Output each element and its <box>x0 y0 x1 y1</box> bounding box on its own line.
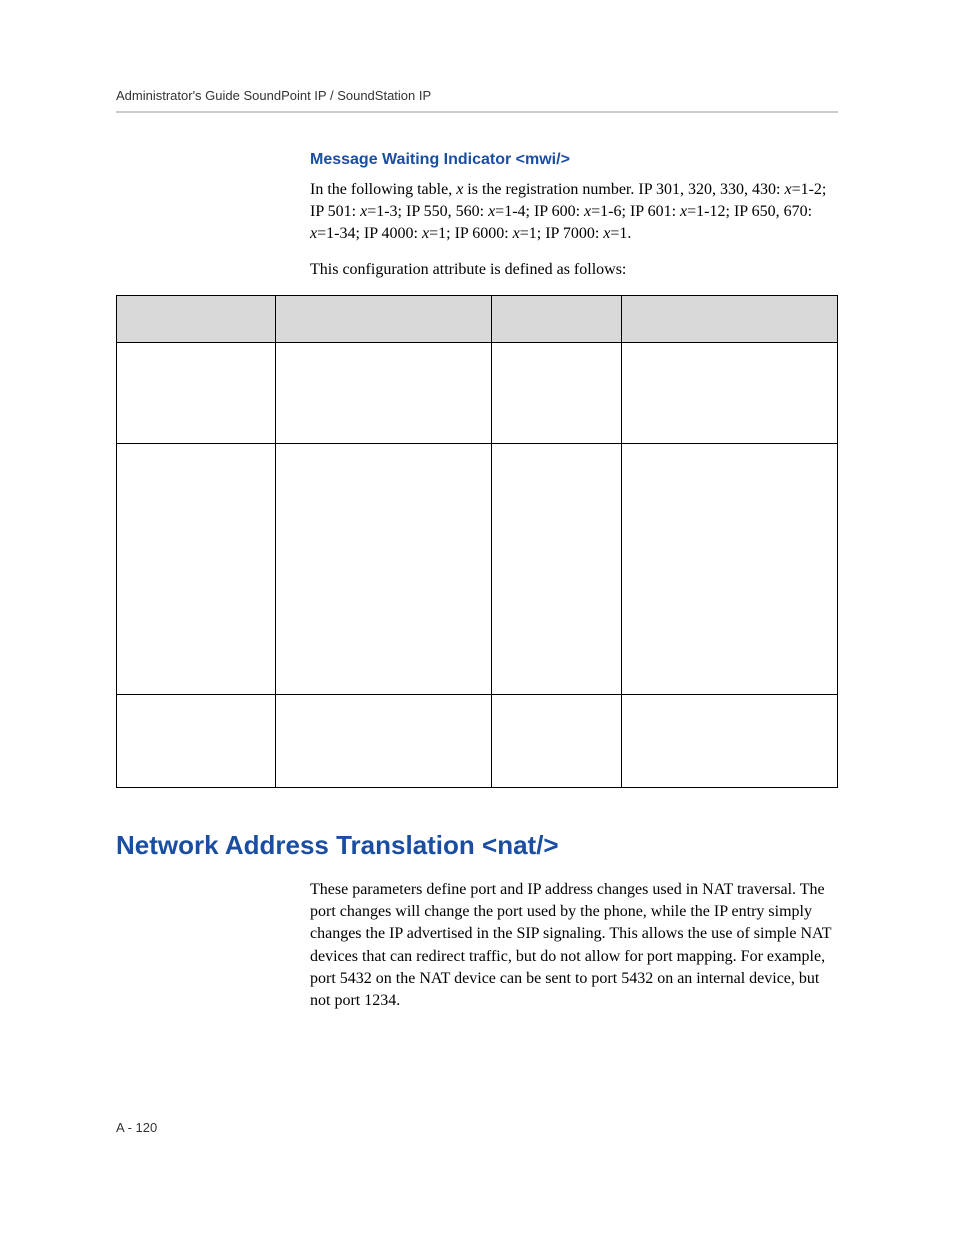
intro-text: =1. <box>610 225 631 242</box>
italic-x: x <box>513 225 520 242</box>
section-body-paragraph: These parameters define port and IP addr… <box>310 879 838 1011</box>
body-block-1: Message Waiting Indicator <mwi/> In the … <box>310 151 838 281</box>
intro-text: In the following table, <box>310 181 456 198</box>
table-cell <box>275 444 491 695</box>
intro-text: =1-6; IP 601: <box>591 203 680 220</box>
intro-text: =1; IP 7000: <box>520 225 604 242</box>
intro-paragraph-1: In the following table, x is the registr… <box>310 179 838 245</box>
intro-text: =1-3; IP 550, 560: <box>367 203 488 220</box>
table-header-cell <box>621 296 837 343</box>
table-cell <box>117 444 276 695</box>
intro-text: =1-34; IP 4000: <box>317 225 422 242</box>
table-cell <box>117 695 276 788</box>
table-header-cell <box>275 296 491 343</box>
table-row <box>117 695 838 788</box>
table-cell <box>621 343 837 444</box>
running-header: Administrator's Guide SoundPoint IP / So… <box>116 88 838 113</box>
intro-text: is the registration number. IP 301, 320,… <box>463 181 784 198</box>
table-header-row <box>117 296 838 343</box>
intro-text: =1-4; IP 600: <box>495 203 584 220</box>
table-row <box>117 444 838 695</box>
attribute-table <box>116 295 838 788</box>
table-header-cell <box>491 296 621 343</box>
table-cell <box>491 343 621 444</box>
body-block-2: These parameters define port and IP addr… <box>310 879 838 1011</box>
table-cell <box>491 695 621 788</box>
intro-text: =1; IP 6000: <box>429 225 513 242</box>
table-cell <box>275 343 491 444</box>
table-cell <box>621 695 837 788</box>
intro-paragraph-2: This configuration attribute is defined … <box>310 259 838 281</box>
page-number: A - 120 <box>116 1120 157 1135</box>
page-content: Administrator's Guide SoundPoint IP / So… <box>0 0 954 1012</box>
italic-x: x <box>784 181 791 198</box>
table-cell <box>117 343 276 444</box>
table-cell <box>491 444 621 695</box>
table-header-cell <box>117 296 276 343</box>
table-row <box>117 343 838 444</box>
intro-text: =1-12; IP 650, 670: <box>687 203 812 220</box>
subsection-heading: Message Waiting Indicator <mwi/> <box>310 151 838 169</box>
table-cell <box>275 695 491 788</box>
section-heading: Network Address Translation <nat/> <box>116 830 838 861</box>
table-cell <box>621 444 837 695</box>
